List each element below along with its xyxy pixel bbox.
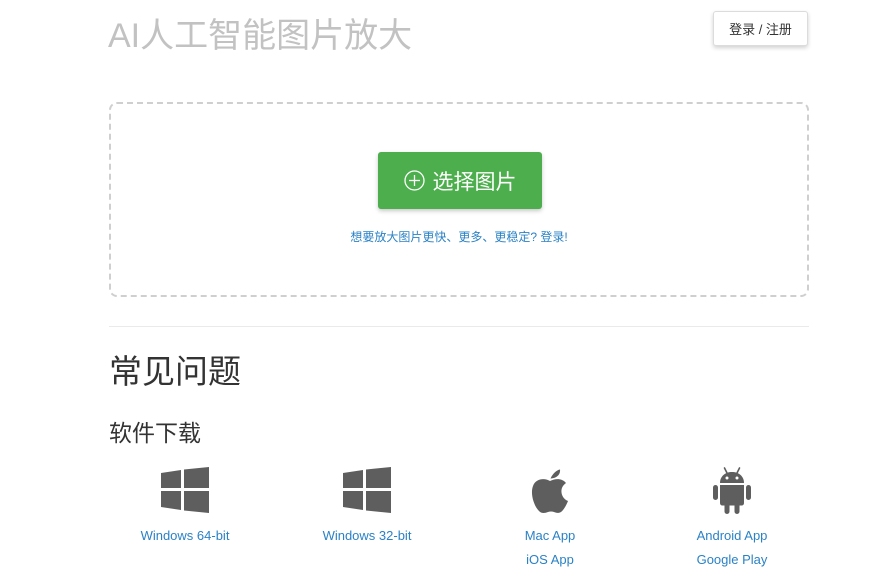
download-android: Android App Google Play <box>662 462 802 572</box>
google-play-link[interactable]: Google Play <box>662 548 802 572</box>
mac-app-link[interactable]: Mac App <box>480 524 620 548</box>
login-register-button[interactable]: 登录 / 注册 <box>713 11 808 46</box>
download-apple: Mac App iOS App <box>480 462 620 572</box>
windows-32-link[interactable]: Windows 32-bit <box>297 524 437 548</box>
apple-icon <box>531 469 568 513</box>
android-app-link[interactable]: Android App <box>662 524 802 548</box>
choose-image-label: 选择图片 <box>432 170 517 194</box>
site-title: AI人工智能图片放大 <box>108 17 413 55</box>
page: AI人工智能图片放大 登录 / 注册 选择图片 想要放大图片更快、更多、更稳定?… <box>0 0 893 583</box>
windows-icon <box>161 467 209 513</box>
choose-image-button[interactable]: 选择图片 <box>378 152 542 209</box>
windows-64-link[interactable]: Windows 64-bit <box>115 524 255 548</box>
login-hint-link[interactable]: 想要放大图片更快、更多、更稳定? 登录! <box>111 228 807 245</box>
download-title: 软件下载 <box>109 420 201 446</box>
ios-app-link[interactable]: iOS App <box>480 548 620 572</box>
upload-dropzone[interactable]: 选择图片 想要放大图片更快、更多、更稳定? 登录! <box>109 102 809 297</box>
faq-title: 常见问题 <box>109 353 241 390</box>
windows-icon <box>343 467 391 513</box>
section-divider <box>109 326 809 327</box>
plus-circle-icon <box>403 170 425 191</box>
download-windows-32: Windows 32-bit <box>297 462 437 548</box>
download-windows-64: Windows 64-bit <box>115 462 255 548</box>
android-icon <box>713 467 751 514</box>
